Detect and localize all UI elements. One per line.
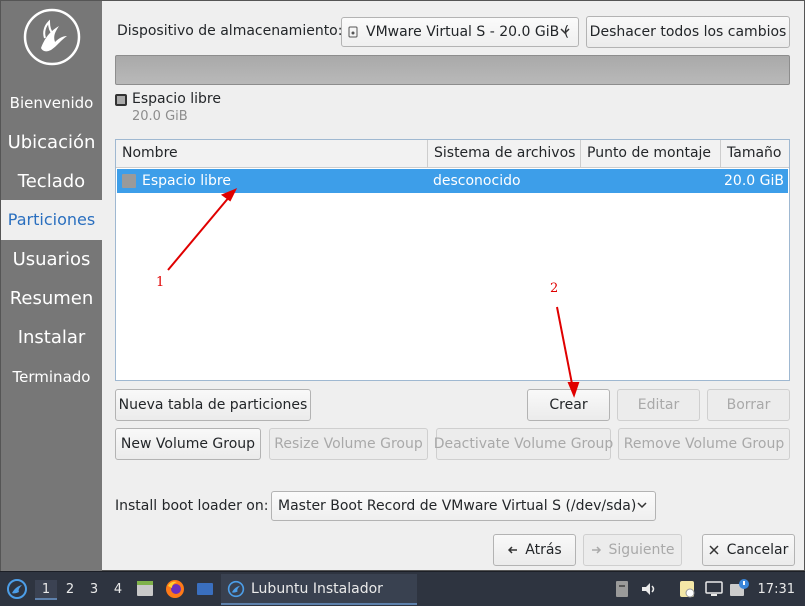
deactivate-volume-group-button[interactable]: Deactivate Volume Group — [434, 428, 613, 460]
next-button[interactable]: Siguiente — [583, 534, 682, 566]
new-volume-group-button[interactable]: New Volume Group — [115, 428, 261, 460]
partition-name: Espacio libre — [142, 173, 231, 189]
sidebar: Bienvenido Ubicación Teclado Particiones… — [1, 1, 102, 572]
workspace-1[interactable]: 1 — [35, 580, 57, 600]
partition-table[interactable]: Nombre Sistema de archivos Punto de mont… — [115, 139, 790, 381]
column-filesystem[interactable]: Sistema de archivos — [428, 140, 581, 167]
legend-size: 20.0 GiB — [132, 109, 188, 124]
taskbar-task-label: Lubuntu Instalador — [251, 580, 383, 597]
free-space-swatch — [115, 94, 127, 106]
updates-icon[interactable] — [728, 578, 750, 600]
arrow-left-icon — [508, 546, 518, 554]
clipboard-icon[interactable] — [611, 578, 633, 600]
close-icon — [709, 545, 719, 555]
back-button[interactable]: Atrás — [493, 534, 576, 566]
lubuntu-menu-icon[interactable] — [6, 578, 28, 600]
volume-icon[interactable] — [638, 578, 660, 600]
bootloader-select[interactable]: Master Boot Record de VMware Virtual S (… — [271, 491, 656, 521]
chevron-down-icon — [560, 28, 570, 35]
taskbar-task-installer[interactable]: Lubuntu Instalador — [221, 574, 417, 605]
step-usuarios: Usuarios — [12, 249, 91, 270]
lubuntu-logo-icon — [23, 8, 81, 66]
step-teclado: Teclado — [17, 171, 86, 192]
revert-all-button[interactable]: Deshacer todos los cambios — [586, 16, 790, 48]
workspace-4[interactable]: 4 — [107, 580, 129, 600]
partition-page: Dispositivo de almacenamiento: VMware Vi… — [102, 1, 805, 572]
workspace-2[interactable]: 2 — [59, 580, 81, 600]
table-header: Nombre Sistema de archivos Punto de mont… — [116, 140, 789, 168]
partition-filesystem: desconocido — [433, 173, 521, 189]
table-row[interactable]: Espacio libre desconocido 20.0 GiB — [117, 169, 788, 193]
annotation-label-2: 2 — [550, 281, 559, 296]
edit-button[interactable]: Editar — [617, 389, 700, 421]
column-name[interactable]: Nombre — [116, 140, 428, 167]
show-desktop-icon[interactable] — [194, 578, 216, 600]
legend-label: Espacio libre — [132, 91, 221, 107]
cancel-label: Cancelar — [726, 542, 789, 558]
partition-size: 20.0 GiB — [724, 173, 784, 189]
new-partition-table-button[interactable]: Nueva tabla de particiones — [115, 389, 311, 421]
clock[interactable]: 17:31 — [758, 572, 795, 606]
next-label: Siguiente — [608, 542, 675, 558]
taskbar: 1 2 3 4 Lubuntu Instalador 17:31 — [0, 571, 805, 606]
notes-icon[interactable] — [676, 578, 698, 600]
back-label: Atrás — [525, 542, 562, 558]
step-bienvenido: Bienvenido — [9, 94, 94, 112]
resize-volume-group-button[interactable]: Resize Volume Group — [269, 428, 428, 460]
step-particiones: Particiones — [1, 200, 102, 240]
annotation-label-1: 1 — [156, 275, 165, 290]
firefox-icon[interactable] — [164, 578, 186, 600]
column-size[interactable]: Tamaño — [721, 140, 789, 167]
network-icon[interactable] — [703, 578, 725, 600]
step-resumen: Resumen — [9, 288, 94, 309]
delete-button[interactable]: Borrar — [707, 389, 790, 421]
chevron-down-icon — [637, 502, 647, 509]
storage-usage-bar — [115, 55, 790, 85]
file-manager-icon[interactable] — [134, 578, 156, 600]
partition-color-swatch — [122, 174, 136, 188]
storage-device-label: Dispositivo de almacenamiento: — [117, 23, 343, 39]
storage-device-select[interactable]: VMware Virtual S - 20.0 GiB ( — [341, 17, 579, 47]
column-mountpoint[interactable]: Punto de montaje — [581, 140, 721, 167]
bootloader-label: Install boot loader on: — [115, 498, 269, 514]
workspace-3[interactable]: 3 — [83, 580, 105, 600]
create-button[interactable]: Crear — [527, 389, 610, 421]
drive-icon — [348, 26, 358, 38]
lubuntu-installer-icon — [227, 580, 245, 597]
installer-window: Bienvenido Ubicación Teclado Particiones… — [0, 0, 805, 572]
step-ubicacion: Ubicación — [7, 132, 96, 153]
step-terminado: Terminado — [12, 368, 91, 386]
storage-device-value: VMware Virtual S - 20.0 GiB ( — [366, 24, 570, 40]
remove-volume-group-button[interactable]: Remove Volume Group — [618, 428, 790, 460]
bootloader-value: Master Boot Record de VMware Virtual S (… — [278, 498, 637, 514]
step-instalar: Instalar — [17, 327, 86, 348]
cancel-button[interactable]: Cancelar — [702, 534, 795, 566]
arrow-right-icon — [592, 546, 602, 554]
